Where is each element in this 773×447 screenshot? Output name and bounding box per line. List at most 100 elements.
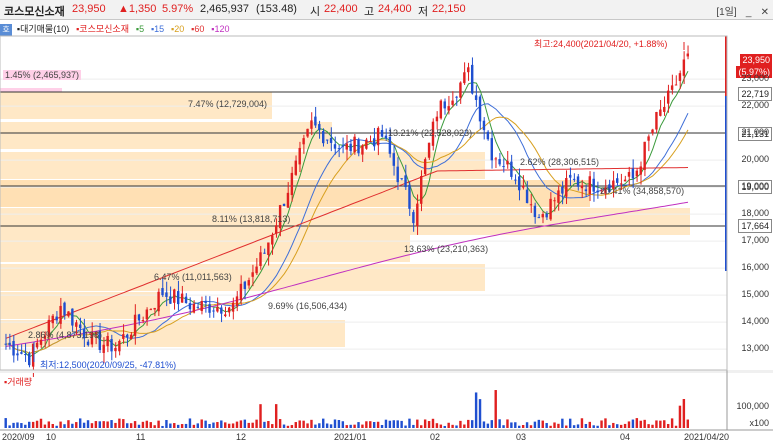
volume-bar — [227, 423, 231, 428]
volume-bar — [592, 425, 595, 428]
volume-bar — [114, 422, 117, 428]
supply-band-2 — [0, 122, 332, 149]
date-label-0: 2020/09 — [2, 432, 35, 442]
candle-body — [439, 100, 443, 119]
volume-bar — [63, 424, 66, 428]
volume-bar — [263, 421, 266, 428]
candle-body — [568, 174, 572, 178]
candle-body — [369, 141, 372, 143]
volume-bar — [231, 423, 235, 428]
y-tick-label: 19,000 — [741, 181, 769, 192]
volume-bar — [635, 418, 639, 428]
volume-bar — [588, 421, 591, 428]
candle-body — [396, 166, 399, 183]
candle-body — [137, 314, 141, 321]
candle-body — [333, 144, 337, 149]
candle-body — [318, 124, 321, 131]
volume-bar — [639, 420, 642, 428]
volume-bar — [294, 422, 297, 428]
candle-body — [518, 176, 521, 191]
volume-bar — [498, 419, 501, 428]
volume-bar — [298, 420, 301, 428]
volume-tick: 100,000 — [736, 401, 769, 411]
volume-bar — [659, 420, 662, 428]
candle-body — [467, 67, 470, 73]
volume-bar — [306, 423, 309, 428]
volume-bar — [412, 424, 415, 428]
volume-bar — [126, 423, 129, 428]
volume-bar — [482, 421, 486, 428]
candle-body — [192, 303, 196, 313]
date-label-8: 2021/04/20 — [684, 432, 730, 442]
candle-body — [616, 178, 619, 183]
volume-bar — [643, 419, 646, 428]
volume-bar — [137, 424, 141, 428]
volume-bar — [580, 418, 584, 428]
volume-bar — [176, 424, 180, 428]
volume-bar — [494, 390, 497, 428]
volume-bar — [427, 421, 431, 428]
volume-bar — [251, 422, 254, 428]
candle-body — [329, 137, 333, 143]
volume-bar — [102, 421, 105, 428]
volume-bar — [337, 419, 341, 428]
volume-bar — [133, 421, 137, 428]
candle-body — [639, 166, 642, 175]
candle-body — [4, 343, 7, 345]
volume-bar — [345, 425, 348, 428]
supply-band-label-0: 1.45% (2,465,937) — [3, 70, 82, 80]
volume-unit: x100 — [749, 418, 769, 428]
candle-body — [506, 160, 509, 165]
volume-bar — [169, 423, 172, 428]
volume-bar — [208, 423, 211, 428]
volume-bar — [682, 398, 686, 428]
candle-body — [122, 334, 125, 339]
date-label-5: 02 — [430, 432, 441, 442]
volume-bar — [153, 425, 156, 428]
candle-body — [239, 283, 243, 301]
volume-bar — [180, 424, 184, 428]
candle-body — [463, 72, 466, 84]
price-chart[interactable] — [0, 0, 773, 447]
candle-body — [133, 314, 137, 336]
supply-band-4 — [0, 180, 590, 207]
candle-body — [533, 205, 537, 218]
volume-bar — [333, 419, 337, 428]
supply-band-label-5: 8.11% (13,818,713) — [212, 214, 291, 224]
volume-bar — [106, 421, 109, 428]
candle-body — [208, 304, 211, 313]
volume-bar — [90, 423, 94, 428]
candle-body — [361, 145, 364, 155]
volume-bar — [431, 418, 435, 428]
candle-body — [184, 296, 188, 304]
volume-bar — [274, 404, 278, 428]
volume-bar — [655, 420, 658, 428]
candle-body — [286, 192, 290, 208]
date-label-3: 12 — [236, 432, 247, 442]
volume-bar — [612, 422, 615, 428]
volume-bar — [35, 420, 39, 428]
candle-body — [341, 145, 345, 147]
volume-bar — [514, 422, 517, 428]
candle-body — [149, 309, 152, 311]
candle-body — [659, 109, 662, 116]
candle-body — [153, 307, 156, 310]
candle-body — [408, 184, 411, 209]
volume-bar — [51, 423, 54, 428]
candle-body — [670, 85, 674, 90]
volume-bar — [39, 418, 43, 428]
date-label-4: 2021/01 — [334, 432, 367, 442]
volume-bar — [384, 419, 388, 428]
volume-bar — [627, 421, 631, 428]
level-tag-0: 22,719 — [738, 87, 772, 101]
candle-body — [596, 190, 599, 193]
volume-bar — [255, 419, 258, 428]
volume-bar — [235, 421, 239, 428]
candle-body — [643, 141, 646, 170]
volume-bar — [467, 419, 470, 428]
candle-body — [627, 172, 631, 177]
y-tick-label: 20,000 — [741, 154, 769, 165]
candle-body — [141, 319, 145, 321]
volume-bar — [145, 420, 149, 428]
candle-body — [580, 185, 584, 189]
